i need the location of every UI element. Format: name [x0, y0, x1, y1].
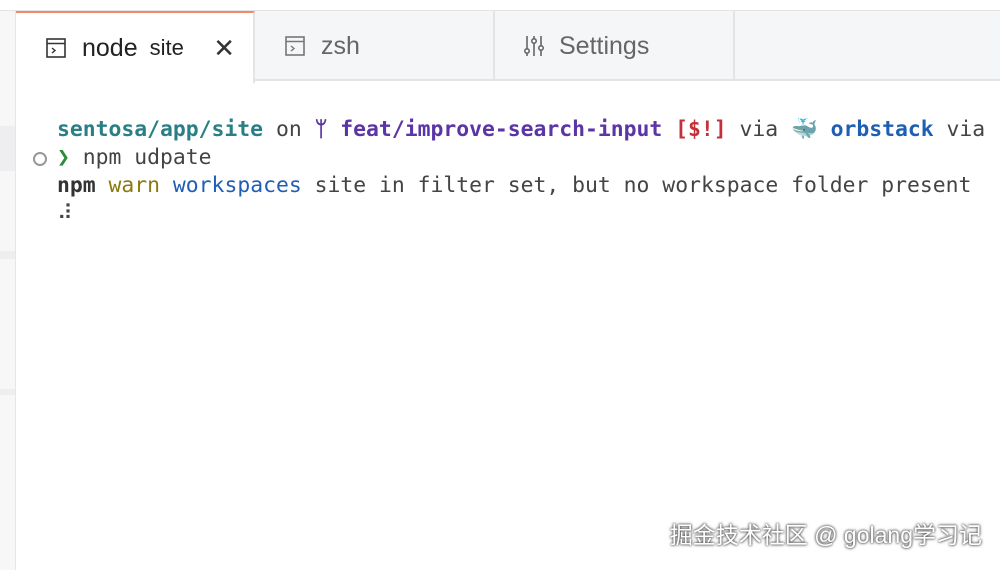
- prompt-on: on: [263, 117, 315, 142]
- terminal-output[interactable]: sentosa/app/site on ᛘ feat/improve-searc…: [57, 116, 985, 228]
- tab-node-site[interactable]: node site ✕: [16, 11, 255, 83]
- npm-label: npm: [57, 173, 96, 198]
- prompt-via: via: [726, 117, 792, 142]
- gutter-band: [0, 251, 15, 259]
- window-top-strip: [0, 0, 1000, 11]
- warn-topic: workspaces: [160, 173, 302, 198]
- warn-level: warn: [95, 173, 161, 198]
- left-sidebar-gutter: [0, 11, 16, 570]
- warn-message: site in filter set, but no workspace fol…: [301, 173, 972, 198]
- tab-zsh[interactable]: zsh: [255, 11, 495, 81]
- watermark: 掘金技术社区 @ golang学习记: [669, 522, 982, 548]
- prompt-char: ❯: [57, 145, 70, 170]
- command-status-circle-icon: [33, 152, 47, 166]
- prompt-via: via: [933, 117, 986, 142]
- gutter-band: [0, 389, 15, 395]
- tab-bar: node site ✕ zsh Settings: [16, 11, 1000, 83]
- terminal-icon: [285, 36, 305, 56]
- close-tab-icon[interactable]: ✕: [213, 33, 235, 64]
- warning-line: npm warn workspaces site in filter set, …: [57, 172, 985, 200]
- gutter-band: [0, 126, 15, 171]
- prompt-line: sentosa/app/site on ᛘ feat/improve-searc…: [57, 116, 985, 144]
- terminal-icon: [46, 38, 66, 58]
- tab-label: Settings: [559, 31, 650, 60]
- whale-icon: 🐳: [791, 117, 818, 142]
- docker-context: orbstack: [817, 117, 934, 142]
- git-status: [$!]: [662, 117, 727, 142]
- prompt-path: sentosa/app/site: [57, 117, 264, 142]
- tab-label: zsh: [321, 31, 360, 60]
- command-text: npm udpate: [69, 145, 212, 170]
- git-branch: feat/improve-search-input: [327, 117, 663, 142]
- tab-sublabel: site: [149, 35, 184, 60]
- tab-label: node: [82, 33, 138, 62]
- git-branch-icon: ᛘ: [314, 117, 328, 142]
- command-line: ❯ npm udpate: [57, 144, 985, 172]
- sliders-icon: [523, 36, 545, 56]
- tab-settings[interactable]: Settings: [495, 11, 735, 81]
- spinner: ⠼: [57, 201, 73, 226]
